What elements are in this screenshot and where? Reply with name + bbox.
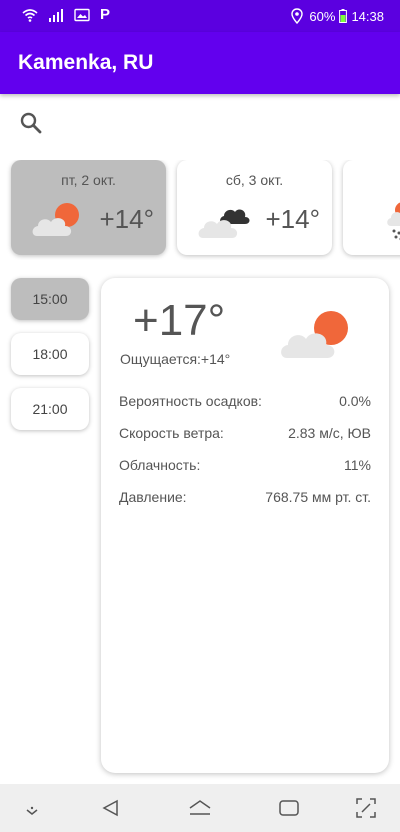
dark-clouds-icon [198, 209, 250, 238]
day-date: в [343, 172, 400, 188]
image-icon [74, 8, 90, 22]
detail-value: 11% [344, 457, 371, 473]
screenshot-icon[interactable] [354, 796, 378, 820]
status-right: 60% 14:38 [289, 8, 384, 24]
day-card[interactable]: сб, 3 окт. +14° [177, 160, 332, 255]
day-temp: +14° [265, 204, 320, 234]
sun-behind-cloud-icon [32, 203, 79, 236]
day-card[interactable]: в [343, 160, 400, 255]
rain-cloud-icon [387, 202, 400, 241]
day-card[interactable]: пт, 2 окт. +14° [11, 160, 166, 255]
hour-item[interactable]: 18:00 [11, 333, 89, 375]
hour-item[interactable]: 15:00 [11, 278, 89, 320]
navigation-bar [0, 784, 400, 832]
day-forecast-list: пт, 2 окт. +14° сб, 3 окт. +14° в [0, 160, 400, 260]
status-bar: P 60% 14:38 [0, 0, 400, 32]
hide-nav-icon[interactable] [20, 796, 44, 820]
detail-row-pressure: Давление: 768.75 мм рт. ст. [119, 489, 371, 505]
p-icon: P [100, 6, 111, 23]
hour-item[interactable]: 21:00 [11, 388, 89, 430]
day-date: пт, 2 окт. [61, 172, 116, 188]
weather-detail-card: +17° Ощущается:+14° Вероятность осадков:… [101, 278, 389, 773]
detail-value: 768.75 мм рт. ст. [265, 489, 371, 505]
app-bar: Kamenka, RU [0, 32, 400, 94]
detail-row-wind: Скорость ветра: 2.83 м/с, ЮВ [119, 425, 371, 441]
search-icon[interactable] [18, 110, 44, 136]
battery-percent: 60% [309, 8, 336, 24]
sun-behind-cloud-icon [281, 311, 348, 358]
detail-label: Скорость ветра: [119, 425, 224, 441]
detail-label: Вероятность осадков: [119, 393, 262, 409]
detail-value: 2.83 м/с, ЮВ [288, 425, 371, 441]
city-title: Kamenka, RU [18, 51, 154, 74]
battery-icon [339, 9, 348, 23]
status-left-icons: P [22, 7, 110, 23]
back-icon[interactable] [99, 796, 123, 820]
detail-value: 0.0% [339, 393, 371, 409]
day-date: сб, 3 окт. [225, 172, 284, 188]
detail-label: Давление: [119, 489, 187, 505]
home-icon[interactable] [188, 796, 212, 820]
detail-row-precipitation: Вероятность осадков: 0.0% [119, 393, 371, 409]
location-icon [291, 8, 304, 24]
wifi-icon [22, 9, 38, 22]
detail-label: Облачность: [119, 457, 201, 473]
feels-like: Ощущается:+14° [120, 351, 231, 367]
signal-icon [49, 9, 63, 22]
day-temp: +14° [99, 204, 154, 234]
recents-icon[interactable] [277, 796, 301, 820]
detail-row-cloudiness: Облачность: 11% [119, 457, 371, 473]
current-temp: +17° [133, 296, 226, 345]
status-time: 14:38 [351, 8, 384, 24]
